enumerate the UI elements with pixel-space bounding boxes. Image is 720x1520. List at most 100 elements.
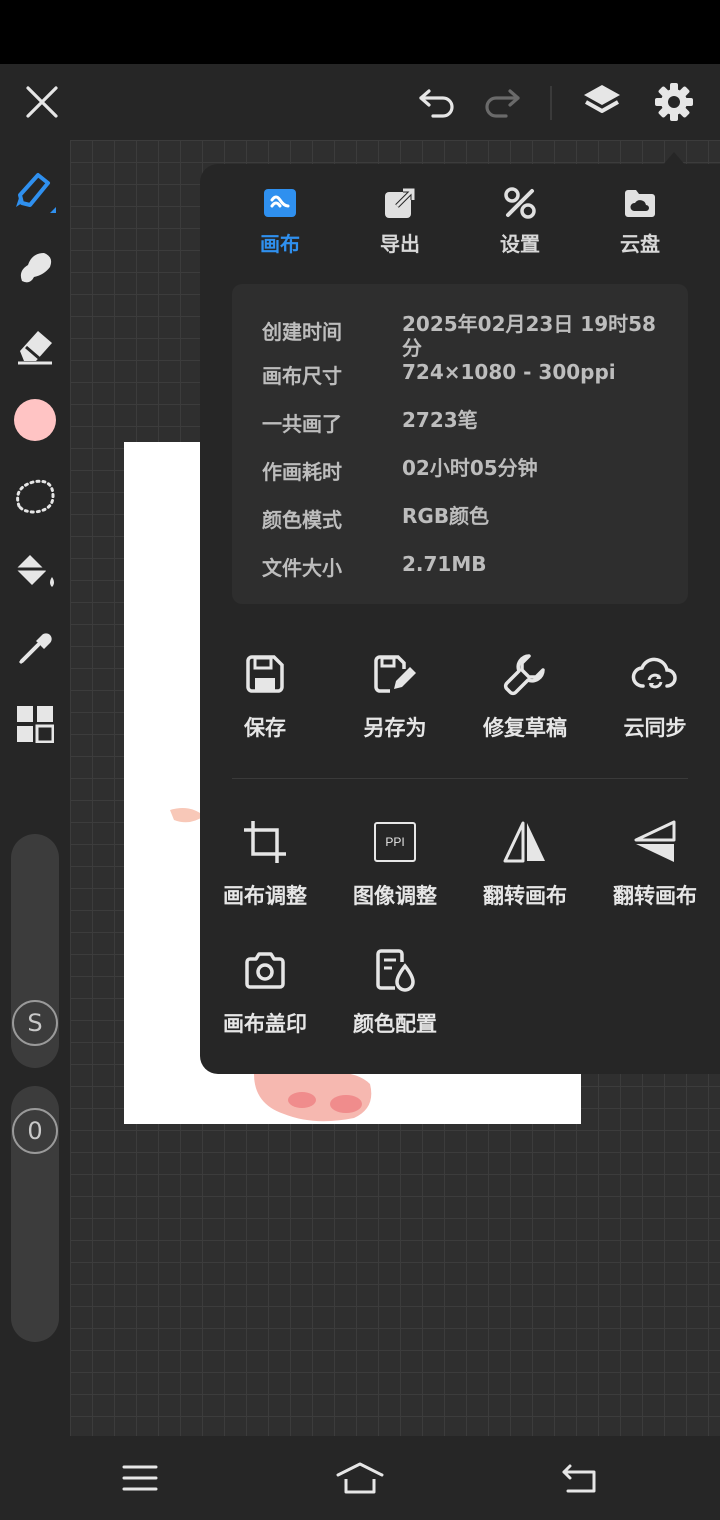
info-key: 画布尺寸: [262, 364, 342, 388]
save-label: 保存: [244, 716, 286, 740]
system-nav-bar: [0, 1436, 720, 1520]
smudge-tool-button[interactable]: [9, 242, 61, 294]
info-value: RGB颜色: [402, 504, 490, 528]
tab-settings[interactable]: 设置: [470, 186, 570, 266]
menu-icon: [122, 1465, 158, 1491]
image-adjust-label: 图像调整: [353, 884, 437, 908]
flip-horizontal-icon: [503, 821, 545, 863]
canvas-info-card: 创建时间 2025年02月23日 19时58分 画布尺寸 724×1080 - …: [232, 284, 688, 604]
info-key: 文件大小: [262, 556, 342, 580]
tab-cloud-label: 云盘: [620, 232, 660, 256]
pen-icon: [16, 173, 56, 213]
pen-tool-button[interactable]: [9, 164, 61, 216]
info-row-size: 画布尺寸 724×1080 - 300ppi: [262, 360, 672, 390]
info-key: 作画耗时: [262, 460, 342, 484]
save-as-button[interactable]: 另存为: [330, 650, 460, 750]
color-profile-label: 颜色配置: [353, 1012, 437, 1036]
save-as-label: 另存为: [363, 716, 427, 740]
info-key: 颜色模式: [262, 508, 342, 532]
redo-button[interactable]: [476, 76, 528, 128]
brush-opacity-handle[interactable]: 0: [12, 1108, 58, 1154]
status-bar: [0, 0, 720, 64]
save-button[interactable]: 保存: [200, 650, 330, 750]
color-profile-button[interactable]: 颜色配置: [330, 946, 460, 1046]
flip-horizontal-button[interactable]: 翻转画布: [460, 818, 590, 918]
color-profile-icon: [376, 949, 415, 992]
cloud-sync-button[interactable]: 云同步: [590, 650, 720, 750]
info-value: 2723笔: [402, 408, 478, 432]
tab-export-label: 导出: [380, 232, 420, 256]
camera-icon: [245, 952, 285, 989]
panel-tabs: 画布 导出 设置 云盘: [200, 186, 720, 266]
image-adjust-button[interactable]: PPI 图像调整: [330, 818, 460, 918]
grid-icon: [17, 706, 54, 743]
fill-tool-button[interactable]: [9, 546, 61, 598]
undo-icon: [419, 89, 454, 118]
close-button[interactable]: [16, 76, 68, 128]
canvas-adjust-label: 画布调整: [223, 884, 307, 908]
info-value: 724×1080 - 300ppi: [402, 360, 616, 384]
grid-tool-button[interactable]: [9, 698, 61, 750]
top-toolbar: [0, 64, 720, 140]
canvas-icon: [264, 189, 296, 217]
canvas-menu-panel: 画布 导出 设置 云盘 创建时间 2025年02月23日 19时58分 画布尺寸…: [200, 164, 720, 1074]
canvas-stamp-label: 画布盖印: [223, 1012, 307, 1036]
canvas-stamp-button[interactable]: 画布盖印: [200, 946, 330, 1046]
ppi-icon-text: PPI: [385, 835, 405, 849]
info-row-file-size: 文件大小 2.71MB: [262, 552, 672, 582]
left-toolbar: S 0: [0, 140, 70, 1436]
info-row-duration: 作画耗时 02小时05分钟: [262, 456, 672, 486]
menu-button[interactable]: [112, 1454, 168, 1502]
close-icon: [26, 86, 58, 118]
eyedropper-tool-button[interactable]: [9, 622, 61, 674]
tab-settings-label: 设置: [500, 232, 540, 256]
info-key: 创建时间: [262, 320, 342, 344]
back-icon: [562, 1464, 596, 1493]
flip-vertical-label: 翻转画布: [613, 884, 697, 908]
crop-icon: [244, 821, 286, 863]
brush-size-handle[interactable]: S: [12, 1000, 58, 1046]
cloud-folder-icon: [625, 190, 655, 217]
eraser-icon: [18, 331, 52, 365]
save-as-icon: [374, 655, 416, 693]
info-row-color-mode: 颜色模式 RGB颜色: [262, 504, 672, 534]
canvas-adjust-button[interactable]: 画布调整: [200, 818, 330, 918]
tab-export[interactable]: 导出: [350, 186, 450, 266]
info-row-strokes: 一共画了 2723笔: [262, 408, 672, 438]
back-button[interactable]: [552, 1454, 608, 1502]
eraser-tool-button[interactable]: [9, 320, 61, 372]
redo-icon: [485, 89, 520, 118]
home-button[interactable]: [332, 1454, 388, 1502]
undo-button[interactable]: [411, 76, 463, 128]
smudge-icon: [20, 253, 52, 283]
layers-button[interactable]: [576, 76, 628, 128]
brush-opacity-label: 0: [27, 1117, 43, 1145]
eyedropper-icon: [18, 633, 52, 665]
toolbar-divider: [550, 86, 552, 120]
tab-canvas-label: 画布: [260, 232, 300, 256]
gear-icon: [655, 83, 693, 121]
repair-draft-button[interactable]: 修复草稿: [460, 650, 590, 750]
flip-vertical-icon: [634, 820, 676, 862]
info-row-created: 创建时间 2025年02月23日 19时58分: [262, 312, 672, 362]
flip-vertical-button[interactable]: 翻转画布: [590, 818, 720, 918]
ppi-icon: PPI: [374, 822, 416, 862]
info-key: 一共画了: [262, 412, 342, 436]
info-value: 02小时05分钟: [402, 456, 538, 480]
tab-canvas[interactable]: 画布: [230, 186, 330, 266]
brush-size-label: S: [27, 1009, 43, 1037]
home-icon: [336, 1462, 384, 1494]
tab-cloud[interactable]: 云盘: [590, 186, 690, 266]
color-swatch: [14, 399, 56, 441]
repair-draft-label: 修复草稿: [483, 716, 567, 740]
info-value: 2025年02月23日 19时58分: [402, 312, 656, 360]
cloud-sync-label: 云同步: [623, 716, 687, 740]
layers-icon: [584, 85, 620, 113]
save-icon: [246, 655, 284, 693]
export-icon: [385, 187, 416, 218]
tools-icon: [504, 187, 536, 219]
settings-button[interactable]: [648, 76, 700, 128]
fill-bucket-icon: [16, 555, 54, 587]
lasso-tool-button[interactable]: [9, 470, 61, 522]
color-swatch-button[interactable]: [9, 394, 61, 446]
